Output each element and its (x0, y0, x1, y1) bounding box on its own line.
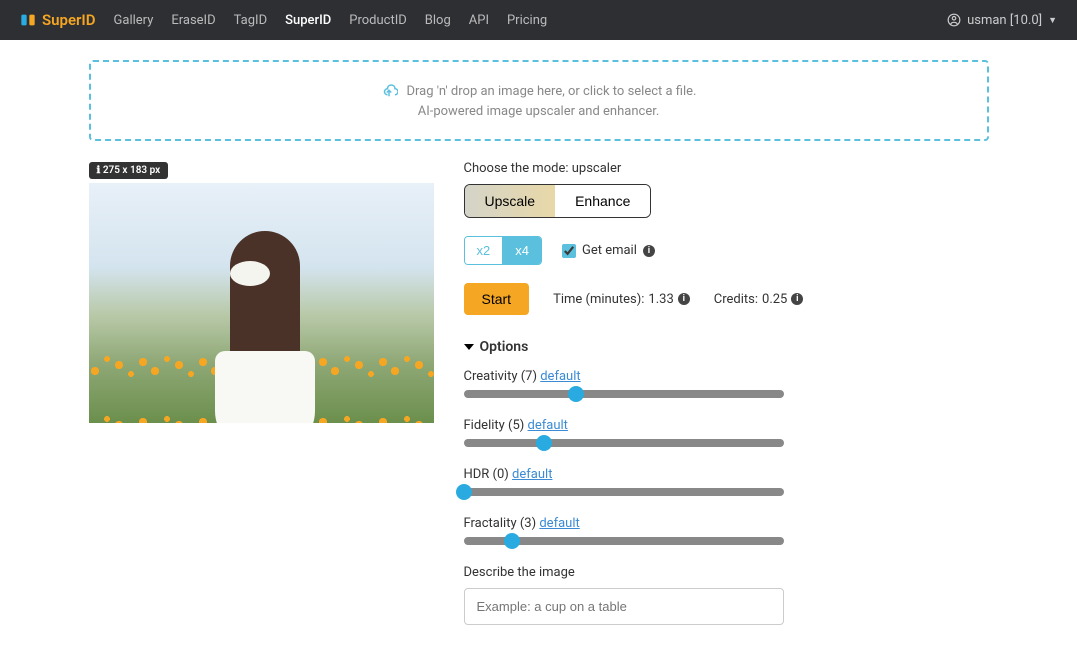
scale-x4[interactable]: x4 (503, 237, 541, 264)
user-menu[interactable]: usman [10.0] ▼ (947, 13, 1057, 28)
scale-options: x2 x4 (464, 236, 542, 265)
email-checkbox-input[interactable] (562, 244, 576, 258)
nav-pricing[interactable]: Pricing (507, 13, 547, 28)
slider-fidelity-label: Fidelity (5) default (464, 418, 989, 433)
options-label: Options (480, 339, 529, 355)
user-label: usman [10.0] (967, 13, 1042, 28)
tab-upscale[interactable]: Upscale (465, 185, 556, 217)
time-stat: Time (minutes): 1.33 i (553, 292, 690, 307)
brand-logo[interactable]: SuperID (20, 11, 96, 29)
describe-label: Describe the image (464, 565, 989, 580)
info-icon[interactable]: i (643, 245, 655, 257)
dropzone-line2: AI-powered image upscaler and enhancer. (418, 104, 660, 119)
slider-fidelity-default[interactable]: default (528, 418, 568, 433)
start-button[interactable]: Start (464, 283, 530, 315)
slider-fractality-label: Fractality (3) default (464, 516, 989, 531)
chevron-down-icon: ▼ (1048, 15, 1057, 26)
navbar-left: SuperID Gallery EraseID TagID SuperID Pr… (20, 11, 547, 29)
get-email-checkbox[interactable]: Get email i (562, 243, 655, 258)
mode-tabs: Upscale Enhance (464, 184, 652, 218)
navbar: SuperID Gallery EraseID TagID SuperID Pr… (0, 0, 1077, 40)
brand-name: SuperID (42, 11, 96, 29)
slider-hdr-label: HDR (0) default (464, 467, 989, 482)
email-label: Get email (582, 243, 637, 258)
dropzone-line1: Drag 'n' drop an image here, or click to… (406, 84, 696, 99)
slider-hdr-default[interactable]: default (512, 467, 552, 482)
slider-fidelity[interactable] (464, 439, 784, 447)
preview-image (89, 183, 434, 423)
describe-input[interactable] (464, 588, 784, 625)
info-icon[interactable]: i (678, 293, 690, 305)
options-toggle[interactable]: Options (464, 339, 989, 355)
slider-creativity-default[interactable]: default (540, 369, 580, 384)
nav-tagid[interactable]: TagID (234, 13, 267, 28)
nav-blog[interactable]: Blog (425, 13, 451, 28)
tab-enhance[interactable]: Enhance (555, 185, 650, 217)
dropzone[interactable]: Drag 'n' drop an image here, or click to… (89, 60, 989, 141)
cloud-upload-icon (380, 82, 398, 100)
mode-label: Choose the mode: upscaler (464, 161, 989, 176)
nav-productid[interactable]: ProductID (349, 13, 407, 28)
nav-superid[interactable]: SuperID (285, 13, 331, 28)
slider-fractality-default[interactable]: default (539, 516, 579, 531)
logo-icon (20, 12, 36, 28)
image-dimensions-badge: ℹ 275 x 183 px (89, 162, 169, 179)
nav-api[interactable]: API (469, 13, 489, 28)
nav-eraseid[interactable]: EraseID (171, 13, 215, 28)
scale-x2[interactable]: x2 (465, 237, 504, 264)
slider-fractality[interactable] (464, 537, 784, 545)
info-icon[interactable]: i (791, 293, 803, 305)
caret-down-icon (464, 344, 474, 350)
credits-stat: Credits: 0.25 i (714, 292, 804, 307)
user-icon (947, 13, 961, 27)
slider-hdr[interactable] (464, 488, 784, 496)
slider-creativity-label: Creativity (7) default (464, 369, 989, 384)
slider-creativity[interactable] (464, 390, 784, 398)
nav-gallery[interactable]: Gallery (114, 13, 154, 28)
